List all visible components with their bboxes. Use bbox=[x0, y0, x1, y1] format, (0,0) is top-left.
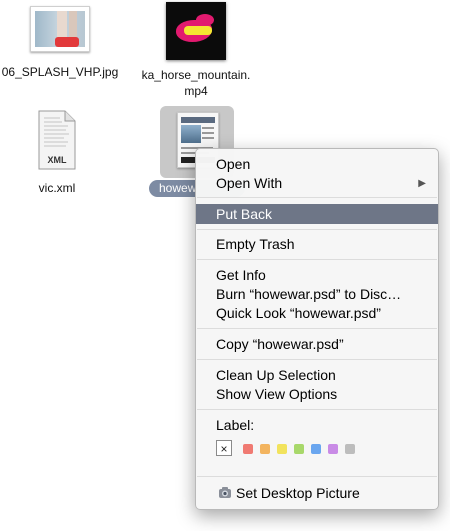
file-name-line2: mp4 bbox=[184, 84, 208, 98]
jpg-thumbnail[interactable] bbox=[30, 6, 90, 52]
label-color-swatch[interactable] bbox=[260, 444, 270, 454]
menu-item-get-info[interactable]: Get Info bbox=[196, 266, 438, 285]
menu-item-label: Clean Up Selection bbox=[216, 367, 336, 383]
submenu-arrow-icon: ▶ bbox=[418, 178, 426, 189]
desktop-picture-icon bbox=[219, 487, 231, 498]
menu-item-label: Set Desktop Picture bbox=[236, 485, 360, 501]
menu-item-open-with[interactable]: Open With ▶ bbox=[196, 174, 438, 193]
menu-item-label: Get Info bbox=[216, 267, 266, 283]
label-color-swatch[interactable] bbox=[311, 444, 321, 454]
menu-item-set-desktop-picture[interactable]: Set Desktop Picture bbox=[196, 484, 438, 503]
menu-item-label: Open With bbox=[216, 175, 283, 191]
file-name: 06_SPLASH_VHP.jpg bbox=[1, 65, 119, 79]
file-name: vic.xml bbox=[38, 181, 76, 195]
menu-item-label: Put Back bbox=[216, 206, 273, 222]
menu-separator bbox=[197, 197, 437, 198]
menu-item-clean-up[interactable]: Clean Up Selection bbox=[196, 366, 438, 385]
label-color-swatch[interactable] bbox=[294, 444, 304, 454]
menu-item-label: Copy “howewar.psd” bbox=[216, 336, 344, 352]
menu-item-quick-look[interactable]: Quick Look “howewar.psd” bbox=[196, 304, 438, 323]
menu-separator bbox=[197, 409, 437, 410]
menu-item-label: Burn “howewar.psd” to Disc… bbox=[216, 286, 402, 302]
menu-separator bbox=[197, 328, 437, 329]
menu-item-put-back[interactable]: Put Back bbox=[196, 204, 438, 224]
menu-item-open[interactable]: Open bbox=[196, 155, 438, 174]
context-menu: Open Open With ▶ Put Back Empty Trash Ge… bbox=[195, 148, 439, 510]
file-name-line1: ka_horse_mountain. bbox=[141, 68, 251, 82]
label-color-swatch[interactable] bbox=[243, 444, 253, 454]
menu-separator bbox=[197, 476, 437, 477]
menu-item-label: Empty Trash bbox=[216, 236, 295, 252]
label-heading: Label: bbox=[216, 417, 255, 433]
xml-badge: XML bbox=[47, 155, 67, 165]
menu-item-copy[interactable]: Copy “howewar.psd” bbox=[196, 335, 438, 354]
menu-item-view-options[interactable]: Show View Options bbox=[196, 385, 438, 404]
label-color-swatch[interactable] bbox=[328, 444, 338, 454]
label-color-swatch[interactable] bbox=[277, 444, 287, 454]
label-color-swatch[interactable] bbox=[345, 444, 355, 454]
menu-item-empty-trash[interactable]: Empty Trash bbox=[196, 235, 438, 254]
menu-item-label: Open bbox=[216, 156, 251, 172]
menu-separator bbox=[197, 259, 437, 260]
menu-item-label: Show View Options bbox=[216, 386, 338, 402]
menu-item-burn[interactable]: Burn “howewar.psd” to Disc… bbox=[196, 285, 438, 304]
video-thumbnail[interactable] bbox=[166, 2, 226, 60]
label-none-button[interactable]: × bbox=[216, 440, 232, 456]
menu-separator bbox=[197, 229, 437, 230]
menu-item-label: Quick Look “howewar.psd” bbox=[216, 305, 381, 321]
menu-separator bbox=[197, 359, 437, 360]
